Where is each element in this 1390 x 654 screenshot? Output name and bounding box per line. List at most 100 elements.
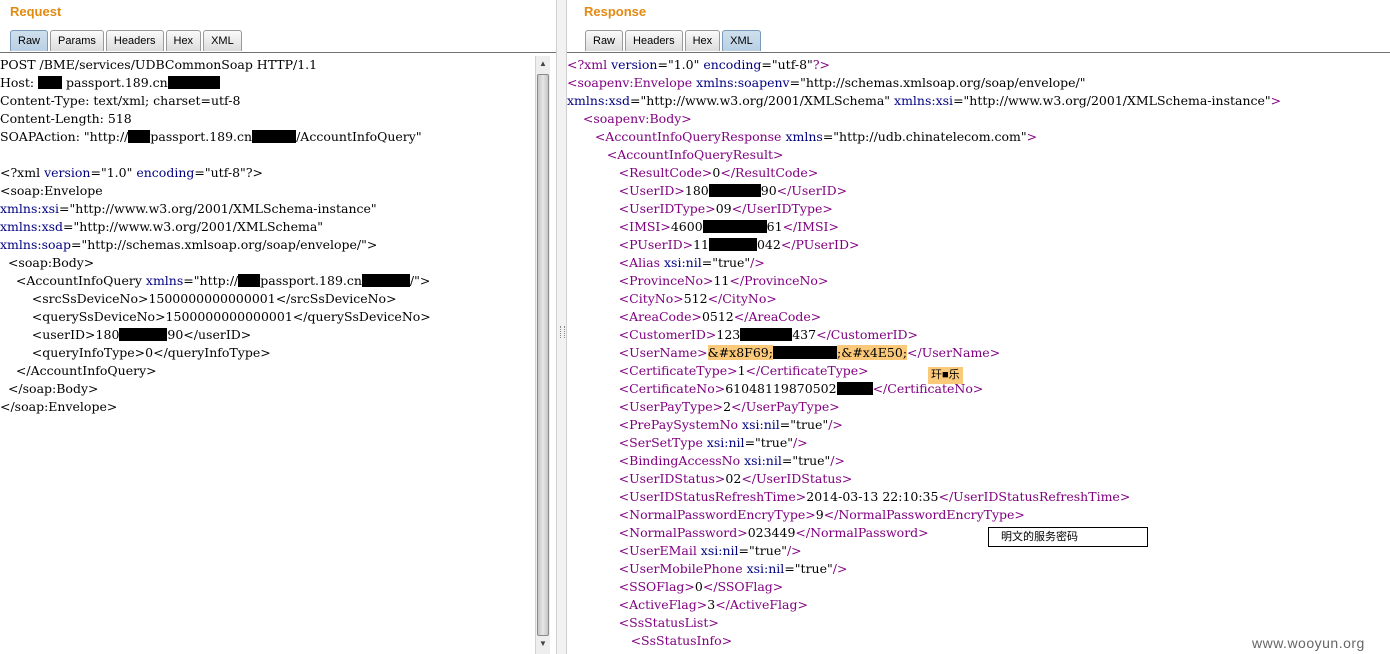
code-token: </UserID> — [776, 183, 848, 198]
code-token: <srcSsDeviceNo>1500000000000001</srcSsDe… — [0, 291, 397, 306]
code-line: </soap:Envelope> — [0, 398, 534, 416]
code-token: "1.0" — [100, 165, 133, 180]
code-token: xsi:nil — [742, 417, 780, 432]
code-token: xmlns:soap — [0, 237, 71, 252]
code-token: 0512 — [701, 309, 734, 324]
code-token: </UserIDStatus> — [741, 471, 853, 486]
code-token: </NormalPassword> — [795, 525, 929, 540]
code-token: <SerSetType — [567, 435, 707, 450]
code-line: <IMSI>4600 61</IMSI> — [567, 218, 1390, 236]
response-tab-hex[interactable]: Hex — [684, 30, 721, 51]
code-line: <querySsDeviceNo>1500000000000001</query… — [0, 308, 534, 326]
code-token: > — [1026, 129, 1038, 144]
code-token: <UserID> — [567, 183, 685, 198]
request-tab-headers[interactable]: Headers — [105, 30, 164, 51]
response-tab-raw[interactable]: Raw — [585, 30, 624, 51]
code-token: 11 — [693, 237, 709, 252]
response-tab-xml[interactable]: XML — [722, 30, 761, 51]
code-line: xmlns:xsi="http://www.w3.org/2001/XMLSch… — [0, 200, 534, 218]
request-panel: Request Raw Params Headers Hex XML POST /BME… — [0, 0, 556, 654]
code-line: </soap:Body> — [0, 380, 534, 398]
code-token: </ActiveFlag> — [715, 597, 808, 612]
code-token: <SsStatusList> — [567, 615, 719, 630]
code-line: <UserIDStatus>02</UserIDStatus> — [567, 470, 1390, 488]
code-token: = — [701, 255, 713, 270]
code-token: <UserIDStatusRefreshTime> — [567, 489, 807, 504]
code-token: <IMSI> — [567, 219, 671, 234]
code-token: </IMSI> — [782, 219, 839, 234]
code-token: <ProvinceNo> — [567, 273, 714, 288]
code-token: "http://www.w3.org/2001/XMLSchema-instan… — [69, 201, 377, 216]
redaction-block — [361, 274, 410, 287]
code-line: <srcSsDeviceNo>1500000000000001</srcSsDe… — [0, 290, 534, 308]
request-tab-params[interactable]: Params — [50, 30, 104, 51]
code-line: <SerSetType xsi:nil="true"/> — [567, 434, 1390, 452]
request-tab-raw[interactable]: Raw — [10, 30, 49, 51]
code-token: 0 — [694, 579, 703, 594]
redaction-block — [238, 274, 261, 287]
code-token: <UserIDStatus> — [567, 471, 726, 486]
code-line: <ResultCode>0</ResultCode> — [567, 164, 1390, 182]
code-token: <ActiveFlag> — [567, 597, 708, 612]
code-token: /> — [750, 255, 765, 270]
code-token: 09 — [715, 201, 732, 216]
response-tab-headers[interactable]: Headers — [625, 30, 683, 51]
code-token: 61 — [766, 219, 783, 234]
code-token: <AccountInfoQueryResult> — [567, 147, 784, 162]
code-line: <UserEMail xsi:nil="true"/> — [567, 542, 1390, 560]
code-line: <UserIDType>09</UserIDType> — [567, 200, 1390, 218]
code-token: "http://www.w3.org/2001/XMLSchema-instan… — [963, 93, 1271, 108]
code-token: </soap:Envelope> — [0, 399, 118, 414]
request-tab-hex[interactable]: Hex — [165, 30, 202, 51]
password-annotation: 明文的服务密码 — [988, 527, 1148, 547]
code-token: <soap:Body> — [0, 255, 95, 270]
code-token: POST /BME/services/UDBCommonSoap HTTP/1.… — [0, 57, 318, 72]
code-token: 123 — [716, 327, 741, 342]
code-token: "true" — [792, 453, 831, 468]
scrollbar-thumb[interactable] — [537, 74, 549, 636]
code-line: <soap:Envelope — [0, 182, 534, 200]
code-token: /> — [830, 453, 845, 468]
code-line: xmlns:soap="http://schemas.xmlsoap.org/s… — [0, 236, 534, 254]
redaction-block — [119, 328, 168, 341]
redaction-block — [772, 346, 837, 359]
code-token: = — [744, 435, 756, 450]
code-token: xmlns:soapenv — [696, 75, 790, 90]
code-token: "true" — [712, 255, 751, 270]
code-line: <queryInfoType>0</queryInfoType> — [0, 344, 534, 362]
code-token: /> — [828, 417, 843, 432]
code-token: "true" — [755, 435, 793, 450]
request-editor[interactable]: POST /BME/services/UDBCommonSoap HTTP/1.… — [0, 56, 534, 654]
request-scrollbar[interactable]: ▲ ▼ — [535, 56, 550, 654]
request-tabs: Raw Params Headers Hex XML — [10, 30, 244, 52]
scroll-up-icon[interactable]: ▲ — [537, 58, 549, 70]
code-token: = — [781, 453, 793, 468]
code-token: 042 — [756, 237, 781, 252]
code-line: Host: passport.189.cn — [0, 74, 534, 92]
split-divider[interactable] — [556, 0, 567, 654]
redaction-block — [708, 238, 757, 251]
code-line: <UserIDStatusRefreshTime>2014-03-13 22:1… — [567, 488, 1390, 506]
code-token: = — [738, 543, 750, 558]
code-token: <CertificateType> — [567, 363, 738, 378]
code-token: 02 — [725, 471, 742, 486]
request-tab-xml[interactable]: XML — [203, 30, 242, 51]
response-editor[interactable]: <?xml version="1.0" encoding="utf-8"?> <s… — [567, 56, 1390, 654]
code-token: 61048119870502 — [725, 381, 837, 396]
code-token: <UserName> — [567, 345, 708, 360]
code-token: xmlns:xsi — [894, 93, 954, 108]
code-line: <soap:Body> — [0, 254, 534, 272]
redaction-block — [38, 76, 63, 89]
response-title: Response — [584, 4, 647, 19]
code-token: /> — [793, 435, 808, 450]
code-token: </UserName> — [907, 345, 1001, 360]
code-token: xmlns — [785, 129, 823, 144]
code-token: <AreaCode> — [567, 309, 702, 324]
redaction-block — [836, 382, 873, 395]
code-token: <AccountInfoQuery — [0, 273, 146, 288]
scroll-down-icon[interactable]: ▼ — [537, 638, 549, 650]
code-token: "http:// — [193, 273, 239, 288]
code-token: "http://www.w3.org/2001/XMLSchema" — [73, 219, 324, 234]
code-token: = — [784, 561, 795, 576]
